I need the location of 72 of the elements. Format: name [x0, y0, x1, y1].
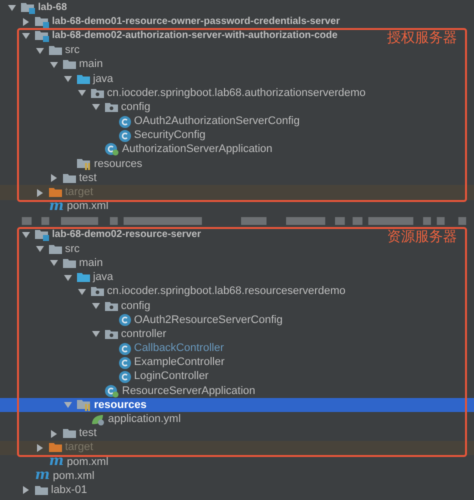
resources-folder-icon: [77, 158, 91, 170]
tree-item-label[interactable]: main: [79, 59, 103, 70]
tree-item-label[interactable]: application.yml: [108, 414, 181, 426]
tree-item-label[interactable]: pom.xml: [66, 201, 108, 212]
folder-icon: [77, 272, 90, 284]
package-folder-icon: [105, 102, 118, 113]
tree-item-label[interactable]: resources: [94, 158, 142, 170]
tree-item-label[interactable]: java: [93, 74, 114, 85]
tree-item-label[interactable]: AuthorizationServerApplication: [122, 144, 272, 156]
tree-item-label[interactable]: labx-01: [51, 484, 88, 496]
expanded-arrow-icon[interactable]: [8, 4, 16, 12]
folder-icon: [35, 484, 48, 496]
expanded-arrow-icon[interactable]: [92, 330, 100, 338]
tree-item-label[interactable]: src: [65, 45, 80, 56]
spring-class-icon: [105, 143, 119, 156]
tree-item-label[interactable]: test: [79, 428, 97, 440]
tree-item-label[interactable]: java: [93, 272, 114, 284]
tree-item-label[interactable]: controller: [121, 328, 166, 340]
tree-item-label[interactable]: OAuth2AuthorizationServerConfig: [134, 116, 300, 128]
resources-folder-icon: [77, 399, 91, 412]
folder-icon: [63, 59, 76, 70]
tree-item-label[interactable]: pom.xml: [66, 456, 108, 468]
class-icon: [119, 342, 131, 355]
tree-item-label[interactable]: CallbackController: [134, 343, 224, 354]
folder-icon: [77, 74, 90, 85]
tree-item-label[interactable]: main: [79, 258, 103, 269]
tree-item-label[interactable]: lab-68: [38, 3, 67, 14]
tree-item-label[interactable]: OAuth2ResourceServerConfig: [134, 314, 283, 326]
package-folder-icon: [91, 286, 104, 298]
module-folder-icon: [21, 2, 35, 14]
module-folder-icon: [35, 229, 49, 242]
maven-icon: m: [49, 198, 64, 213]
tree-item-label[interactable]: resources: [94, 400, 147, 411]
module-folder-icon: [35, 16, 49, 28]
tree-item-label[interactable]: ExampleController: [134, 357, 224, 368]
tree-item-label[interactable]: ResourceServerApplication: [122, 386, 256, 397]
tree-item-label[interactable]: cn.iocoder.springboot.lab68.authorizationserverdemo: [107, 88, 366, 99]
folder-icon: [49, 45, 62, 56]
annotation-label: 授权服务器: [387, 31, 457, 46]
tree-item-label[interactable]: config: [121, 102, 150, 113]
class-icon: [119, 370, 131, 383]
selected-tree-row[interactable]: resources: [0, 398, 474, 412]
class-icon: [119, 130, 131, 142]
maven-icon: m: [35, 468, 50, 482]
module-folder-icon: [35, 30, 49, 42]
maven-icon: m: [49, 454, 64, 468]
tree-item-label[interactable]: LoginController: [134, 371, 209, 382]
tree-item-label[interactable]: src: [65, 244, 80, 255]
spring-config-icon: [91, 414, 105, 426]
folder-icon: [49, 442, 62, 454]
class-icon: [119, 116, 131, 128]
expanded-arrow-icon[interactable]: [64, 401, 72, 410]
package-folder-icon: [105, 300, 118, 312]
annotation-label: 资源服务器: [387, 230, 457, 244]
folder-icon: [49, 187, 62, 198]
collapsed-arrow-icon[interactable]: [22, 18, 30, 26]
class-icon: [119, 356, 131, 369]
tree-item-label[interactable]: config: [121, 300, 150, 312]
class-icon: [119, 314, 131, 326]
package-folder-icon: [91, 88, 104, 99]
spring-class-icon: [105, 384, 119, 398]
folder-icon: [49, 244, 62, 255]
collapsed-arrow-icon[interactable]: [22, 486, 30, 494]
tree-item-label[interactable]: test: [79, 172, 97, 184]
tree-item-label[interactable]: pom.xml: [52, 470, 94, 482]
folder-icon: [63, 258, 76, 269]
tree-item-label[interactable]: lab-68-demo02-resource-server: [52, 230, 201, 240]
tree-item-label[interactable]: cn.iocoder.springboot.lab68.resourceserverdemo: [107, 286, 346, 298]
tree-item-label[interactable]: SecurityConfig: [134, 130, 206, 142]
tree-item-label[interactable]: lab-68-demo02-authorization-server-with-authorization-code: [52, 31, 338, 42]
package-folder-icon: [105, 328, 118, 340]
tree-item-label[interactable]: lab-68-demo01-resource-owner-password-credentials-server: [52, 17, 340, 28]
